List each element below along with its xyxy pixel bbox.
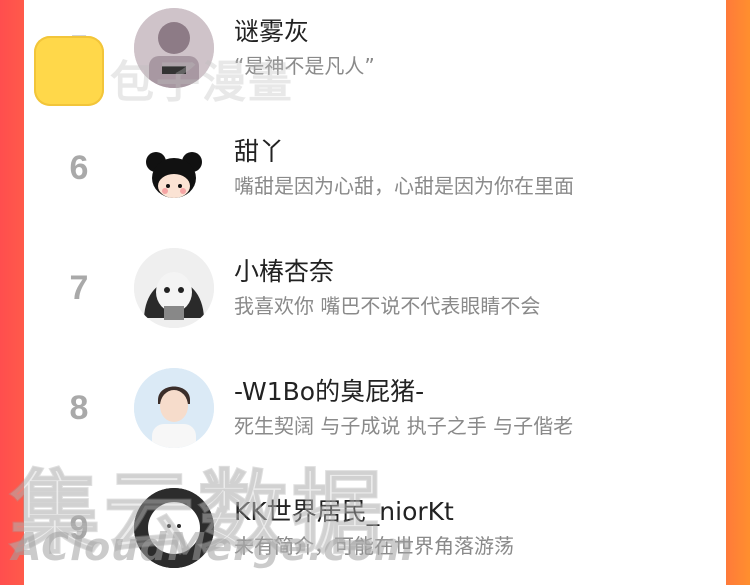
rank-number: 6 (69, 148, 89, 187)
user-name[interactable]: -W1Bo的臭屁猪- (234, 372, 424, 408)
user-name[interactable]: 谜雾灰 (234, 12, 309, 48)
rank-number: 7 (69, 268, 89, 307)
user-bio: 嘴甜是因为心甜，心甜是因为你在里面 (234, 174, 574, 198)
avatar[interactable] (134, 128, 214, 208)
user-bio: 我喜欢你 嘴巴不说不代表眼睛不会 (234, 294, 541, 318)
user-bio: 死生契阔 与子成说 执子之手 与子偕老 (234, 414, 574, 438)
list-item[interactable]: 6 甜丫 嘴甜是因为心甜，心甜是因为你在里面 (24, 108, 726, 228)
avatar-image-icon (134, 368, 214, 448)
watermark-top: 包子漫畫 (110, 57, 294, 108)
user-name[interactable]: 小椿杏奈 (234, 252, 334, 288)
list-item[interactable]: 7 小椿杏奈 我喜欢你 嘴巴不说不代表眼睛不会 (24, 228, 726, 348)
avatar-image-icon (134, 248, 214, 328)
avatar[interactable] (134, 248, 214, 328)
avatar-image-icon (134, 128, 214, 208)
brand-logo-icon (34, 36, 104, 106)
avatar[interactable] (134, 368, 214, 448)
watermark-bottom-en: ACloudMerge.com (12, 525, 415, 569)
user-name[interactable]: 甜丫 (234, 132, 284, 168)
